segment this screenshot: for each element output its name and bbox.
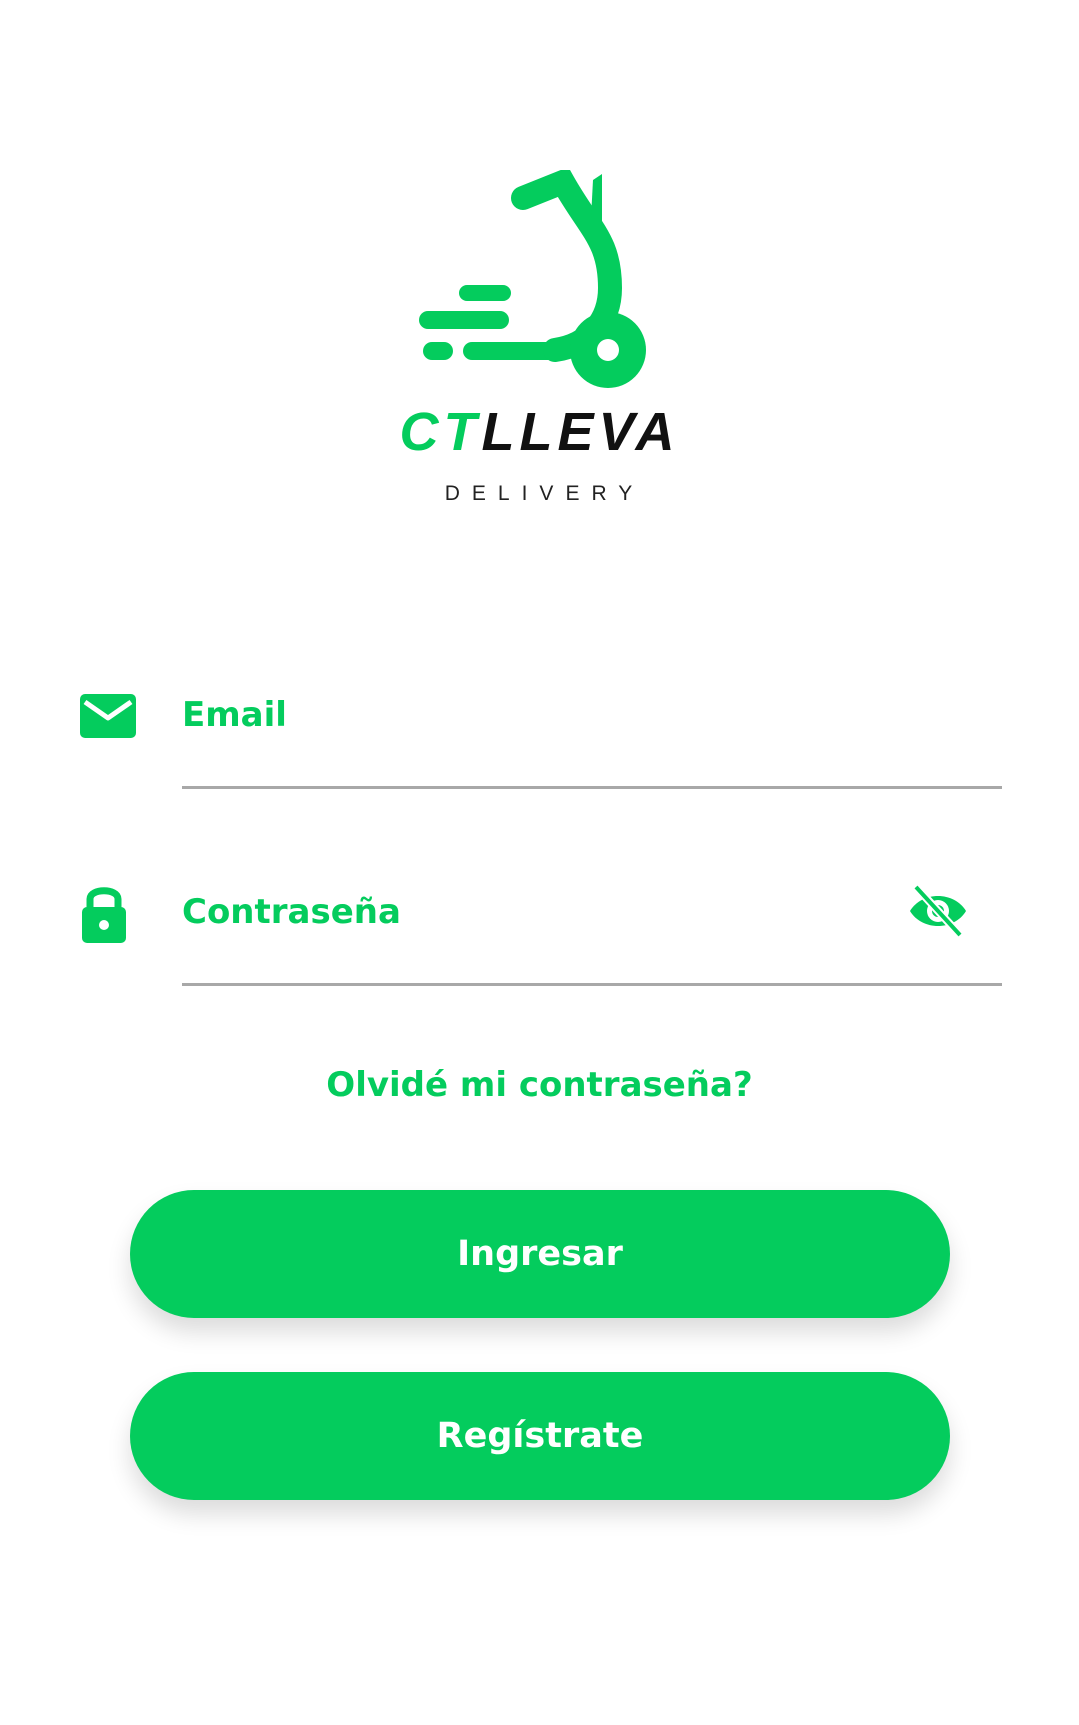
- eye-off-icon[interactable]: [908, 885, 968, 942]
- email-input[interactable]: [182, 690, 1002, 740]
- password-field-row: [0, 875, 1079, 995]
- email-underline: [182, 786, 1002, 789]
- forgot-password-link[interactable]: Olvidé mi contraseña?: [0, 1065, 1079, 1105]
- password-input[interactable]: [182, 887, 872, 937]
- password-underline: [182, 983, 1002, 986]
- brand-name: CTLLEVA: [0, 405, 1079, 459]
- brand-name-part1: CT: [399, 402, 482, 462]
- scooter-icon: [419, 170, 646, 388]
- mail-icon: [80, 692, 136, 745]
- brand-tagline: DELIVERY: [444, 482, 645, 505]
- lock-icon: [80, 883, 128, 950]
- register-button[interactable]: Regístrate: [130, 1372, 950, 1500]
- email-field-row: [0, 680, 1079, 800]
- app-logo: CTLLEVA DELIVERY: [0, 0, 1079, 520]
- brand-name-part2: LLEVA: [481, 402, 680, 462]
- login-button[interactable]: Ingresar: [130, 1190, 950, 1318]
